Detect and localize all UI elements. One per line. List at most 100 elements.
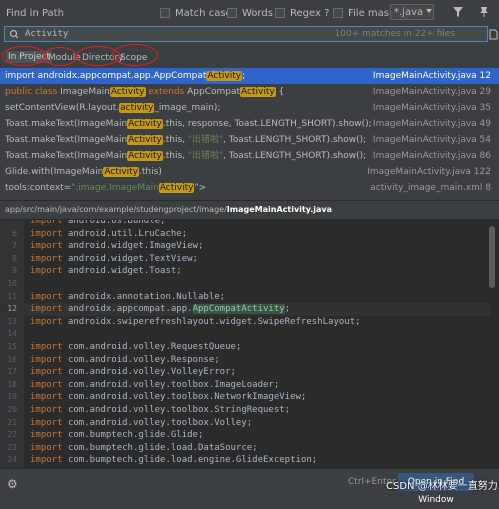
line-number: 11 — [7, 291, 17, 301]
code-text: import androidx.appcompat.app.AppCompatA… — [30, 304, 291, 315]
line-number: 14 — [7, 329, 17, 339]
result-text: Toast.makeText(ImageMain — [5, 135, 128, 145]
regex-option[interactable]: Regex ? — [275, 6, 329, 20]
search-icon — [9, 29, 19, 39]
result-text: .this, — [162, 151, 188, 161]
line-number: 21 — [7, 417, 17, 427]
result-code: public class ImageMainActivity extends A… — [5, 84, 284, 100]
file-path: app/src/main/java/com/example/studengpro… — [5, 205, 332, 214]
line-number: 9 — [12, 266, 17, 276]
regex-checkbox[interactable] — [275, 8, 285, 18]
result-file-location: ImageMainActivity.java 122 — [367, 167, 491, 177]
code-keyword: import — [30, 367, 68, 378]
result-text: Toast.makeText(ImageMain — [5, 151, 128, 161]
result-code: import androidx.appcompat.app.AppCompatA… — [5, 68, 245, 84]
code-keyword: import — [30, 430, 68, 441]
code-text: import android.util.LruCache; — [30, 228, 188, 239]
match-count: 100+ matches in 22+ files — [334, 29, 455, 39]
code-line: 24 import com.bumptech.glide.load.engine.… — [0, 454, 490, 467]
result-row[interactable]: public class ImageMainActivity extends A… — [0, 84, 499, 100]
file-mask-dropdown-icon[interactable] — [426, 9, 432, 13]
code-line: 23 import com.bumptech.glide.load.DataSou… — [0, 442, 490, 455]
result-match-highlight: Activity — [240, 87, 276, 97]
words-option[interactable]: Words — [227, 6, 273, 20]
result-text: setContentView(R.layout. — [5, 103, 120, 113]
code-text: import com.bumptech.glide.load.engine.Gl… — [30, 455, 318, 466]
file-path-name: ImageMainActivity.java — [226, 205, 332, 214]
search-input[interactable]: Activity — [25, 29, 68, 39]
line-number: 17 — [7, 367, 17, 377]
annotation-circle-module — [43, 47, 77, 66]
code-line: import android.os.Bundle; — [0, 220, 490, 228]
code-line: 11 import androidx.annotation.Nullable; — [0, 291, 490, 304]
filter-icon[interactable] — [452, 6, 464, 18]
line-number: 7 — [12, 241, 17, 251]
code-text: import com.android.volley.toolbox.Networ… — [30, 392, 307, 403]
result-text: import androidx.appcompat.app.AppCompat — [5, 71, 207, 81]
code-text: import com.bumptech.glide.Glide; — [30, 430, 204, 441]
code-keyword: import — [30, 291, 68, 302]
code-keyword: import — [30, 316, 68, 327]
result-text: _image_main); — [154, 103, 221, 113]
code-line: 19 import com.android.volley.toolbox.Netw… — [0, 391, 490, 404]
code-line: 15 import com.android.volley.RequestQueue… — [0, 341, 490, 354]
result-match-highlight: activity — [119, 103, 155, 113]
search-field[interactable]: Activity 100+ matches in 22+ files — [4, 26, 488, 42]
result-row[interactable]: Glide.with(ImageMainActivity.this) ImageM… — [0, 164, 499, 180]
line-number: 13 — [7, 316, 17, 326]
result-code: tools:context=".image.ImageMainActivity"… — [5, 180, 206, 196]
code-keyword: import — [30, 266, 68, 277]
file-mask-checkbox[interactable] — [333, 8, 343, 18]
dialog-title: Find in Path — [6, 8, 64, 19]
code-text: import com.bumptech.glide.load.DataSourc… — [30, 442, 258, 453]
match-case-label: Match case — [175, 7, 232, 19]
code-line: 14 — [0, 328, 490, 341]
result-text: ImageMain — [60, 87, 110, 97]
line-number: 12 — [7, 304, 17, 314]
code-text: import com.android.volley.toolbox.Volley… — [30, 417, 253, 428]
result-row[interactable]: import androidx.appcompat.app.AppCompatA… — [0, 68, 499, 84]
words-label: Words — [242, 7, 273, 19]
pin-icon[interactable] — [478, 6, 490, 18]
code-keyword: import — [30, 241, 68, 252]
match-case-checkbox[interactable] — [160, 8, 170, 18]
code-text: import android.widget.TextView; — [30, 253, 198, 264]
result-text: .this, — [162, 135, 188, 145]
code-line: 9 import android.widget.Toast; — [0, 265, 490, 278]
result-match-highlight: Activity — [158, 183, 195, 193]
result-text: AppCompat — [187, 87, 241, 97]
code-preview[interactable]: import android.os.Bundle; 6 import android… — [0, 220, 499, 468]
line-number: 15 — [7, 342, 17, 351]
result-keyword: extends — [145, 87, 188, 97]
code-line: 7 import android.widget.ImageView; — [0, 240, 490, 253]
result-row[interactable]: Toast.makeText(ImageMainActivity.this, "… — [0, 132, 499, 148]
match-case-option[interactable]: Match case — [160, 6, 232, 20]
code-keyword: import — [30, 304, 68, 315]
code-text: import com.android.volley.toolbox.ImageL… — [30, 379, 280, 390]
result-file-location: activity_image_main.xml 8 — [370, 183, 491, 193]
result-row[interactable]: setContentView(R.layout.activity_image_m… — [0, 100, 499, 116]
line-number: 16 — [7, 354, 17, 364]
regex-label: Regex ? — [290, 7, 330, 19]
result-match-highlight: Activity — [206, 71, 243, 81]
result-row[interactable]: Toast.makeText(ImageMainActivity.this, r… — [0, 116, 499, 132]
code-line: 22 import com.bumptech.glide.Glide; — [0, 429, 490, 442]
expand-icon[interactable] — [489, 29, 498, 40]
result-row[interactable]: Toast.makeText(ImageMainActivity.this, "… — [0, 148, 499, 164]
code-text: import android.os.Bundle; — [30, 220, 165, 228]
code-line: 17 import com.android.volley.VolleyError; — [0, 366, 490, 379]
code-text: import android.widget.ImageView; — [30, 241, 204, 252]
line-number: 24 — [7, 455, 17, 465]
result-code: Toast.makeText(ImageMainActivity.this, r… — [5, 116, 372, 132]
words-checkbox[interactable] — [227, 8, 237, 18]
result-text: ; — [242, 71, 246, 81]
settings-icon[interactable]: ⚙ — [7, 477, 18, 491]
code-keyword: import — [30, 220, 68, 226]
result-string: ".image.ImageMain — [71, 183, 159, 193]
code-line: 16 import com.android.volley.Response; — [0, 354, 490, 367]
file-mask-option[interactable]: File mask: — [333, 6, 398, 20]
result-row[interactable]: tools:context=".image.ImageMainActivity"… — [0, 180, 499, 196]
result-match-highlight: Activity — [127, 119, 163, 129]
code-line: 13 import androidx.swiperefreshlayout.wid… — [0, 316, 490, 329]
results-list: import androidx.appcompat.app.AppCompatA… — [0, 68, 499, 198]
